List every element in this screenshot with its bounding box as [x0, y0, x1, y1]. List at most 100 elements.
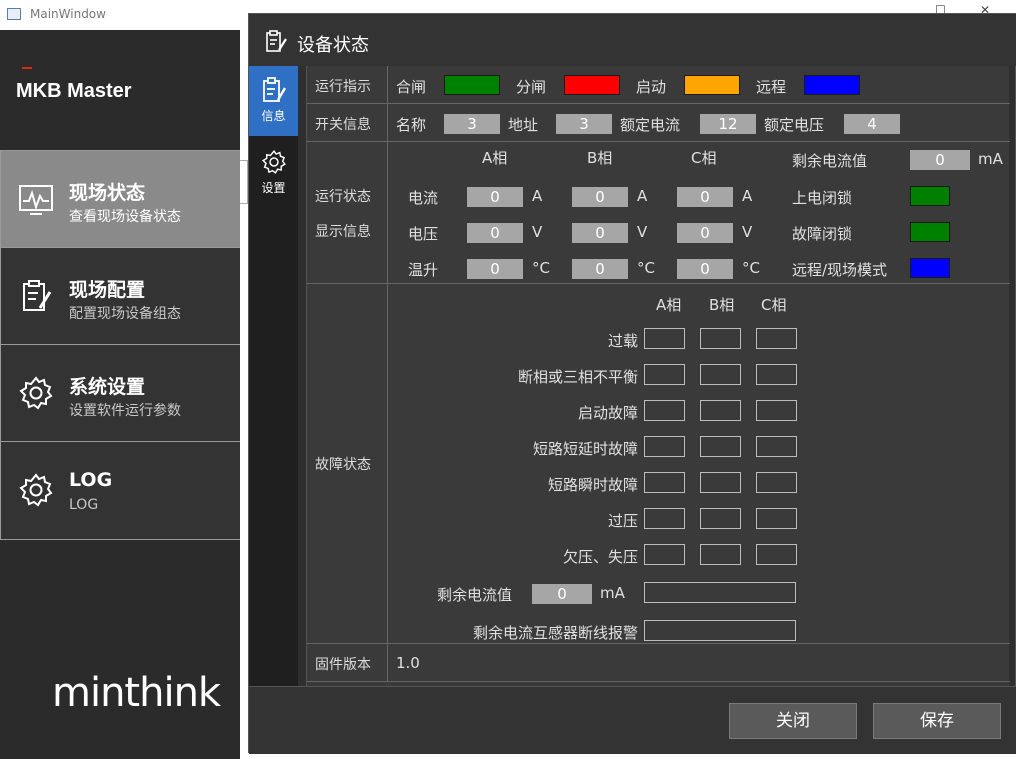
unit-label: V	[532, 223, 543, 241]
fault-b-indicator	[700, 472, 741, 493]
window-title: MainWindow	[30, 7, 106, 21]
sidebar-item-title: LOG	[69, 469, 113, 491]
fault-label: 短路瞬时故障	[547, 476, 638, 494]
fault-c-indicator	[756, 328, 797, 349]
firmware-row: 固件版本 1.0	[307, 644, 1010, 682]
ct-alarm-indicator	[644, 620, 796, 641]
unit-label: A	[637, 187, 648, 205]
fault-status-row: 故障状态 A相 B相 C相 过载 断相或三相不平衡 启动故障 短路短延时故障 短…	[307, 284, 1010, 644]
fault-lock-indicator	[910, 222, 950, 242]
fault-a-indicator	[644, 328, 685, 349]
brand-title: MKB Master	[16, 80, 132, 102]
residual-current-value: 0	[910, 150, 970, 170]
sidebar-item-subtitle: 设置软件运行参数	[69, 403, 181, 419]
tab-label: 信息	[261, 109, 286, 123]
sidebar-item-subtitle: 查看现场设备状态	[69, 209, 181, 225]
residual-current-label: 剩余电流值	[792, 152, 868, 170]
fault-c-indicator	[756, 436, 797, 457]
brand-accent	[22, 67, 32, 69]
sidebar-scroll-area	[240, 30, 248, 759]
tab-settings[interactable]: 设置	[249, 138, 298, 208]
sidebar-item-title: 现场配置	[69, 279, 146, 301]
fault-c-indicator	[756, 472, 797, 493]
phase-a-header: A相	[482, 149, 508, 167]
phase-b-header: B相	[709, 296, 735, 314]
sidebar-item-site-config[interactable]: 现场配置 配置现场设备组态	[1, 248, 240, 345]
remote-label: 远程	[756, 78, 787, 96]
phase-a-header: A相	[656, 296, 682, 314]
tab-info[interactable]: 信息	[249, 66, 298, 136]
run-status-row: 运行状态 显示信息 A相 B相 C相 电流 0 A 0 A 0 A 电压 0 V…	[307, 142, 1010, 284]
row-label: 开关信息	[307, 104, 388, 141]
sidebar-item-system-settings[interactable]: 系统设置 设置软件运行参数	[1, 345, 240, 442]
fault-a-indicator	[644, 508, 685, 529]
phase-b-header: B相	[587, 149, 613, 167]
unit-label: °C	[532, 259, 550, 277]
fault-label: 欠压、失压	[562, 548, 638, 566]
closing-indicator	[444, 75, 500, 95]
fault-label: 短路短延时故障	[532, 440, 638, 458]
unit-label: A	[742, 187, 753, 205]
current-a-value: 0	[467, 187, 523, 207]
close-button[interactable]: 关闭	[729, 703, 857, 739]
device-status-dialog: 设备状态 信息 设置 运行指示 合闸 分闸 启动 远程 开关信息 名称 3 地址…	[248, 13, 1016, 754]
sidebar-nav: 现场状态 查看现场设备状态 现场配置 配置现场设备组态 系统设置 设置软件运行参…	[0, 150, 240, 540]
fault-label: 过载	[607, 332, 638, 350]
clipboard-edit-icon	[23, 280, 52, 311]
sidebar-item-site-status[interactable]: 现场状态 查看现场设备状态	[1, 151, 240, 248]
temp-rise-label: 温升	[408, 261, 439, 279]
gear-icon	[19, 376, 53, 410]
minthink-logo: minthink	[52, 670, 221, 716]
start-label: 启动	[636, 78, 667, 96]
row-label: 运行指示	[307, 66, 388, 103]
unit-label: °C	[637, 259, 655, 277]
temp-b-value: 0	[572, 259, 628, 279]
voltage-label: 电压	[408, 225, 439, 243]
dialog-title: 设备状态	[297, 35, 369, 56]
gear-icon	[19, 473, 53, 507]
rated-current-label: 额定电流	[620, 116, 681, 134]
fault-b-indicator	[700, 328, 741, 349]
fault-label: 过压	[607, 512, 638, 530]
ct-alarm-label: 剩余电流互感器断线报警	[472, 624, 638, 642]
current-b-value: 0	[572, 187, 628, 207]
phase-c-header: C相	[691, 149, 717, 167]
sidebar-item-title: 系统设置	[69, 376, 146, 398]
fault-c-indicator	[756, 544, 797, 565]
fault-label: 启动故障	[577, 404, 638, 422]
unit-label: °C	[742, 259, 760, 277]
scrollbar[interactable]	[240, 160, 248, 204]
fault-b-indicator	[700, 436, 741, 457]
rated-voltage-label: 额定电压	[764, 116, 825, 134]
info-panel: 运行指示 合闸 分闸 启动 远程 开关信息 名称 3 地址 3 额定电流 12 …	[306, 66, 1010, 686]
temp-c-value: 0	[677, 259, 733, 279]
fault-lock-label: 故障闭锁	[792, 225, 853, 243]
fault-c-indicator	[756, 400, 797, 421]
run-indicator-row: 运行指示 合闸 分闸 启动 远程	[307, 66, 1010, 104]
remote-mode-indicator	[910, 258, 950, 278]
save-button[interactable]: 保存	[873, 703, 1001, 739]
fault-a-indicator	[644, 472, 685, 493]
rated-current-value: 12	[700, 114, 756, 134]
voltage-b-value: 0	[572, 223, 628, 243]
temp-a-value: 0	[467, 259, 523, 279]
current-c-value: 0	[677, 187, 733, 207]
fault-residual-label: 剩余电流值	[437, 586, 513, 604]
rated-voltage-value: 4	[844, 114, 900, 134]
voltage-a-value: 0	[467, 223, 523, 243]
fault-c-indicator	[756, 508, 797, 529]
switch-info-row: 开关信息 名称 3 地址 3 额定电流 12 额定电压 4	[307, 104, 1010, 142]
tab-label: 设置	[261, 181, 286, 195]
unit-label: V	[637, 223, 648, 241]
phase-c-header: C相	[761, 296, 787, 314]
fault-b-indicator	[700, 400, 741, 421]
address-value: 3	[556, 114, 612, 134]
voltage-c-value: 0	[677, 223, 733, 243]
power-lock-indicator	[910, 186, 950, 206]
sidebar-item-log[interactable]: LOG LOG	[1, 442, 240, 539]
sidebar-item-subtitle: 配置现场设备组态	[69, 306, 181, 322]
dialog-footer: 关闭 保存	[249, 686, 1016, 754]
closing-label: 合闸	[396, 78, 427, 96]
clipboard-edit-icon	[266, 30, 287, 52]
row-label: 故障状态	[307, 284, 388, 643]
